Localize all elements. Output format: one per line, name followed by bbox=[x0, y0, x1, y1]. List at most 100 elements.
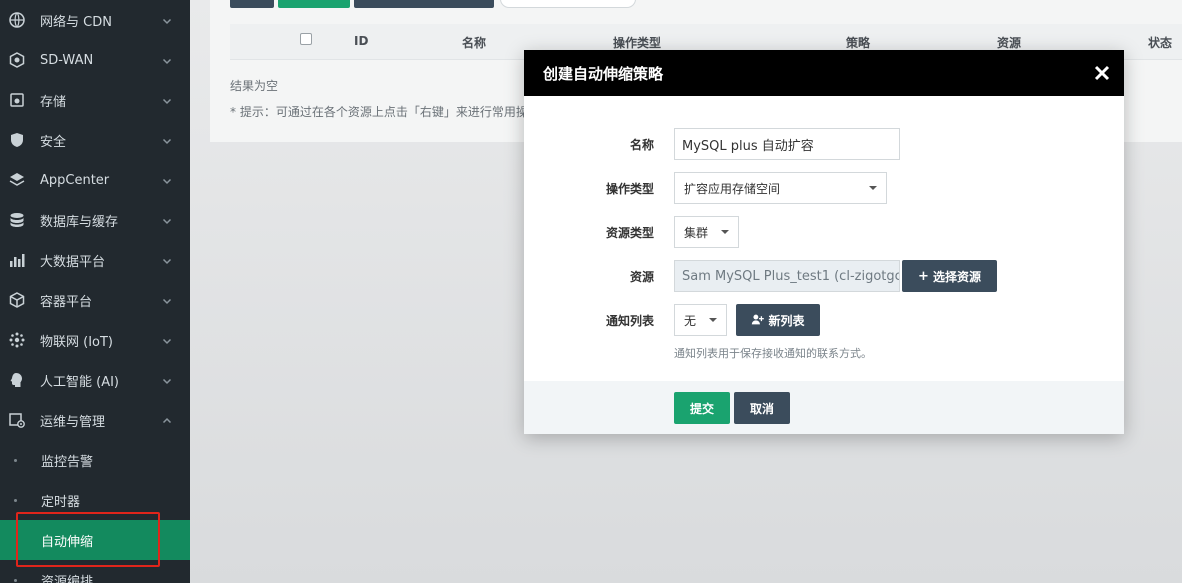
toolbar-button-3[interactable] bbox=[354, 0, 494, 8]
ops-gear-icon bbox=[8, 411, 26, 429]
sidebar-item-7[interactable]: 容器平台 bbox=[0, 280, 190, 320]
column-header-id[interactable]: ID bbox=[354, 34, 368, 48]
operation-type-label: 操作类型 bbox=[605, 182, 654, 196]
chevron-down-icon bbox=[162, 55, 172, 65]
storage-icon bbox=[8, 91, 26, 109]
sidebar-item-label: 运维与管理 bbox=[40, 414, 106, 430]
sidebar-item-6[interactable]: 大数据平台 bbox=[0, 240, 190, 280]
sidebar-item-label: 大数据平台 bbox=[40, 254, 106, 270]
plus-icon: + bbox=[918, 268, 929, 284]
close-icon[interactable] bbox=[1092, 63, 1112, 83]
chevron-down-icon bbox=[162, 255, 172, 265]
toolbar-search[interactable] bbox=[500, 0, 636, 8]
globe-icon bbox=[8, 11, 26, 29]
sidebar-item-label: AppCenter bbox=[40, 172, 110, 188]
operation-type-select[interactable]: 扩容应用存储空间 bbox=[674, 172, 887, 204]
sidebar-item-label: 物联网 (IoT) bbox=[40, 334, 114, 350]
sidebar-item-label: 存储 bbox=[40, 94, 67, 110]
sidebar-subitem-label: 自动伸缩 bbox=[41, 534, 94, 550]
resource-label: 资源 bbox=[629, 270, 654, 284]
sidebar-item-label: 网络与 CDN bbox=[40, 14, 112, 30]
database-icon bbox=[8, 211, 26, 229]
dialog-footer: 提交 取消 bbox=[524, 381, 1124, 434]
sidebar-item-4[interactable]: AppCenter bbox=[0, 160, 190, 200]
dropdown-caret-icon bbox=[721, 230, 729, 234]
dialog-header: 创建自动伸缩策略 bbox=[524, 50, 1124, 96]
submit-button[interactable]: 提交 bbox=[674, 392, 730, 424]
sidebar-subitem-0[interactable]: 监控告警 bbox=[0, 440, 190, 480]
sidebar-subitem-2[interactable]: 自动伸缩 bbox=[0, 520, 190, 560]
notify-list-label: 通知列表 bbox=[605, 314, 654, 328]
notify-list-hint: 通知列表用于保存接收通知的联系方式。 bbox=[674, 347, 872, 360]
notify-list-select[interactable]: 无 bbox=[674, 304, 727, 336]
sidebar-item-2[interactable]: 存储 bbox=[0, 80, 190, 120]
create-autoscaling-policy-dialog: 创建自动伸缩策略 名称 MySQL plus 自动扩容 操作类型 扩容应用存储空… bbox=[524, 50, 1124, 434]
dialog-title: 创建自动伸缩策略 bbox=[543, 64, 664, 83]
sidebar-item-8[interactable]: 物联网 (IoT) bbox=[0, 320, 190, 360]
network-icon bbox=[8, 51, 26, 69]
empty-result-text: 结果为空 bbox=[230, 79, 279, 93]
chevron-down-icon bbox=[162, 95, 172, 105]
sidebar-subitem-label: 资源编排 bbox=[41, 574, 94, 583]
chevron-down-icon bbox=[162, 215, 172, 225]
resource-input[interactable]: Sam MySQL Plus_test1 (cl-zigotgc bbox=[674, 260, 900, 292]
dialog-body: 名称 MySQL plus 自动扩容 操作类型 扩容应用存储空间 资源类型 集群… bbox=[524, 96, 1124, 381]
resource-type-label: 资源类型 bbox=[605, 226, 654, 240]
sidebar-item-label: 安全 bbox=[40, 134, 67, 150]
chevron-up-icon bbox=[162, 415, 172, 425]
sidebar-item-10[interactable]: 运维与管理 bbox=[0, 400, 190, 440]
new-list-button[interactable]: 新列表 bbox=[736, 304, 820, 336]
toolbar-button-1[interactable] bbox=[230, 0, 274, 8]
cube-icon bbox=[8, 291, 26, 309]
column-header-op-type[interactable]: 操作类型 bbox=[613, 34, 661, 51]
name-input[interactable]: MySQL plus 自动扩容 bbox=[674, 128, 900, 160]
select-all-checkbox[interactable] bbox=[300, 33, 312, 45]
column-header-name[interactable]: 名称 bbox=[462, 34, 486, 51]
add-user-icon bbox=[751, 313, 765, 328]
toolbar-button-2[interactable] bbox=[278, 0, 350, 8]
chevron-down-icon bbox=[162, 295, 172, 305]
chevron-down-icon bbox=[162, 15, 172, 25]
chevron-down-icon bbox=[162, 375, 172, 385]
sidebar-item-label: 数据库与缓存 bbox=[40, 214, 119, 230]
layers-icon bbox=[8, 171, 26, 189]
sidebar-item-label: 人工智能 (AI) bbox=[40, 374, 120, 390]
new-list-button-label: 新列表 bbox=[768, 313, 805, 328]
column-header-policy[interactable]: 策略 bbox=[846, 34, 870, 51]
sidebar-subitem-label: 监控告警 bbox=[41, 454, 94, 470]
column-header-status[interactable]: 状态 bbox=[1148, 34, 1172, 51]
sidebar-item-label: SD-WAN bbox=[40, 52, 94, 68]
name-label: 名称 bbox=[629, 138, 654, 152]
bullet-dot bbox=[14, 458, 17, 462]
dropdown-caret-icon bbox=[709, 318, 717, 322]
ai-head-icon bbox=[8, 371, 26, 389]
iot-icon bbox=[8, 331, 26, 349]
bullet-dot bbox=[14, 578, 17, 582]
sidebar-item-3[interactable]: 安全 bbox=[0, 120, 190, 160]
bullet-dot bbox=[14, 539, 17, 542]
select-resource-button[interactable]: + 选择资源 bbox=[902, 260, 997, 292]
resource-type-value: 集群 bbox=[684, 225, 709, 240]
sidebar-subitem-1[interactable]: 定时器 bbox=[0, 480, 190, 520]
operation-type-value: 扩容应用存储空间 bbox=[684, 181, 781, 196]
cancel-button[interactable]: 取消 bbox=[734, 392, 790, 424]
dropdown-caret-icon bbox=[869, 186, 877, 190]
column-header-resource[interactable]: 资源 bbox=[997, 34, 1021, 51]
sidebar-nav: 网络与 CDN SD-WAN 存储安全 AppCenter 数据库与缓存 大数据平台容器平… bbox=[0, 0, 190, 583]
sidebar-item-0[interactable]: 网络与 CDN bbox=[0, 0, 190, 40]
sidebar: 网络与 CDN SD-WAN 存储安全 AppCenter 数据库与缓存 大数据平台容器平… bbox=[0, 0, 190, 583]
chevron-down-icon bbox=[162, 175, 172, 185]
chevron-down-icon bbox=[162, 135, 172, 145]
sidebar-item-5[interactable]: 数据库与缓存 bbox=[0, 200, 190, 240]
notify-list-value: 无 bbox=[684, 313, 697, 328]
shield-icon bbox=[8, 131, 26, 149]
tip-text: * 提示：可通过在各个资源上点击「右键」来进行常用操 bbox=[230, 105, 528, 119]
sidebar-subitem-3[interactable]: 资源编排 bbox=[0, 560, 190, 583]
bar-chart-icon bbox=[8, 251, 26, 269]
chevron-down-icon bbox=[162, 335, 172, 345]
bullet-dot bbox=[14, 498, 17, 502]
resource-type-select[interactable]: 集群 bbox=[674, 216, 739, 248]
select-resource-button-label: 选择资源 bbox=[932, 269, 981, 284]
sidebar-item-1[interactable]: SD-WAN bbox=[0, 40, 190, 80]
sidebar-item-9[interactable]: 人工智能 (AI) bbox=[0, 360, 190, 400]
